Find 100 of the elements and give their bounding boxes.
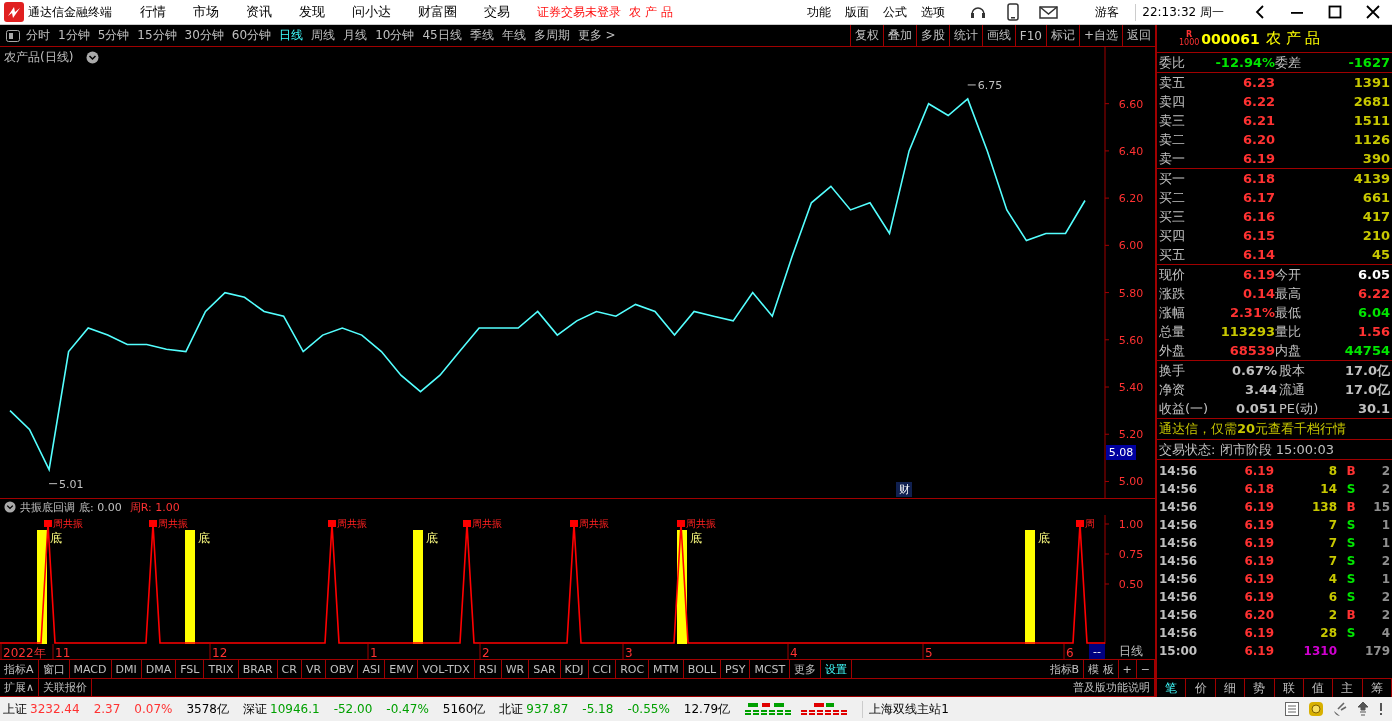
period-tab[interactable]: 30分钟 [184, 27, 224, 44]
chart-tool-button[interactable]: 复权 [849, 24, 883, 47]
period-tab[interactable]: 10分钟 [375, 27, 415, 44]
indicator-tab[interactable]: SAR [529, 660, 561, 678]
indicator-tool-button[interactable]: + [1118, 660, 1137, 678]
indicator-tab[interactable]: DMI [111, 660, 142, 678]
indicator-tab[interactable]: VOL-TDX [418, 660, 475, 678]
period-tab[interactable]: 月线 [343, 27, 368, 44]
headset-icon[interactable] [969, 4, 988, 20]
indicator-tab[interactable]: 指标A [0, 660, 39, 678]
menu-item[interactable]: 财富圈 [418, 3, 457, 21]
indicator-tab[interactable]: VR [301, 660, 327, 678]
chart-tool-button[interactable]: 统计 [948, 24, 982, 47]
index-value: 3232.44 [30, 702, 80, 716]
indicator-tab[interactable]: WR [501, 660, 530, 678]
period-button[interactable]: 日线 [1106, 644, 1155, 660]
help-link[interactable]: 普及版功能说明 [1069, 678, 1155, 696]
indicator-tab[interactable]: TRIX [204, 660, 239, 678]
stock-name: 农 产 品 [629, 3, 673, 21]
chart-tool-button[interactable]: 多股 [915, 24, 949, 47]
indicator-tab[interactable]: EMV [385, 660, 419, 678]
indicator-tab[interactable]: CCI [588, 660, 617, 678]
menu-item[interactable]: 交易 [484, 3, 510, 21]
indicator-tab[interactable]: PSY [721, 660, 751, 678]
tick-side: B [1345, 607, 1357, 624]
menu-item[interactable]: 选项 [921, 3, 946, 21]
period-tab[interactable]: 周线 [311, 27, 336, 44]
indicator-tab[interactable]: 更多 [790, 660, 822, 678]
login-status[interactable]: 证券交易未登录 [537, 3, 621, 21]
menu-item[interactable]: 市场 [193, 3, 219, 21]
indicator-tab[interactable]: MCST [750, 660, 791, 678]
indicator-tab[interactable]: MTM [649, 660, 684, 678]
period-tab[interactable]: 15分钟 [137, 27, 177, 44]
extension-tab[interactable]: 关联报价 [39, 678, 93, 696]
indicator-tool-button[interactable]: − [1136, 660, 1155, 678]
ask-price: 6.23 [1241, 74, 1275, 92]
indicator-tab[interactable]: CR [277, 660, 302, 678]
indicator-tab[interactable]: MACD [69, 660, 112, 678]
index-change: -52.00 [333, 702, 373, 716]
chart-tool-button[interactable]: F10 [1014, 24, 1046, 47]
document-icon[interactable] [1284, 701, 1300, 717]
trend-icon[interactable] [1356, 701, 1370, 717]
period-tab[interactable]: 1分钟 [58, 27, 90, 44]
period-tab[interactable]: 更多 > [577, 27, 616, 44]
indicator-tab[interactable]: FSL [176, 660, 205, 678]
server-name[interactable]: 上海双线主站1 [862, 700, 949, 718]
indicator-tab[interactable]: 设置 [821, 660, 853, 678]
period-tab[interactable]: 60分钟 [231, 27, 272, 44]
axis-marker[interactable]: -- [1089, 644, 1105, 660]
user-name[interactable]: 游客 [1095, 3, 1120, 21]
period-tab[interactable]: 季线 [469, 27, 494, 44]
menu-item[interactable]: 行情 [140, 3, 166, 21]
indicator-tab[interactable]: OBV [326, 660, 359, 678]
event-marker[interactable]: 财 [896, 482, 912, 497]
menu-item[interactable]: 功能 [807, 3, 832, 21]
extension-tab[interactable]: 扩展∧ [0, 678, 40, 696]
indicator-tab[interactable]: BOLL [683, 660, 722, 678]
chart-tool-button[interactable]: +自选 [1078, 24, 1122, 47]
mail-icon[interactable] [1039, 5, 1060, 19]
menu-item[interactable]: 版面 [845, 3, 870, 21]
index-name[interactable]: 北证 [499, 700, 524, 718]
indicator-tab[interactable]: 窗口 [38, 660, 70, 678]
menu-item[interactable]: 资讯 [246, 3, 272, 21]
indicator-tab[interactable]: RSI [474, 660, 502, 678]
dropdown-icon[interactable] [4, 501, 16, 514]
bid-price: 6.16 [1241, 208, 1275, 226]
panel-toggle-icon[interactable] [6, 29, 20, 42]
index-name[interactable]: 深证 [243, 700, 267, 718]
indicator-tab[interactable]: DMA [141, 660, 177, 678]
indicator-tab[interactable]: BRAR [238, 660, 278, 678]
promo-text[interactable]: 通达信，仅需20元查看千档行情 [1157, 419, 1392, 440]
period-tab[interactable]: 年线 [501, 27, 526, 44]
period-tab[interactable]: 多周期 [533, 27, 570, 44]
dropdown-icon[interactable] [86, 51, 99, 64]
chart-tool-button[interactable]: 画线 [981, 24, 1015, 47]
menu-item[interactable]: 公式 [883, 3, 908, 21]
period-tab[interactable]: 分时 [26, 27, 50, 44]
tick-time: 14:56 [1159, 535, 1199, 552]
phone-icon[interactable] [1007, 3, 1020, 21]
chart-tool-button[interactable]: 返回 [1122, 24, 1155, 47]
back-icon[interactable] [1254, 5, 1266, 19]
coin-icon[interactable] [1308, 701, 1324, 717]
period-tab[interactable]: 45日线 [422, 27, 462, 44]
close-icon[interactable] [1366, 5, 1380, 19]
chart-tool-button[interactable]: 标记 [1045, 24, 1079, 47]
menu-item[interactable]: 发现 [299, 3, 325, 21]
indicator-tool-button[interactable]: 指标B [1045, 660, 1085, 678]
index-name[interactable]: 上证 [3, 700, 27, 718]
indicator-tool-button[interactable]: 模 板 [1084, 660, 1119, 678]
period-tab[interactable]: 5分钟 [97, 27, 130, 44]
indicator-tab[interactable]: ASI [358, 660, 386, 678]
tick-count: 2 [1380, 589, 1390, 606]
period-tab[interactable]: 日线 [279, 27, 304, 44]
indicator-tab[interactable]: ROC [616, 660, 650, 678]
indicator-tab[interactable]: KDJ [560, 660, 589, 678]
annotation: 5.01 [59, 477, 84, 491]
chart-tool-button[interactable]: 叠加 [882, 24, 916, 47]
maximize-icon[interactable] [1328, 5, 1342, 19]
alert-icon[interactable] [1378, 701, 1384, 717]
menu-item[interactable]: 问小达 [352, 3, 391, 21]
